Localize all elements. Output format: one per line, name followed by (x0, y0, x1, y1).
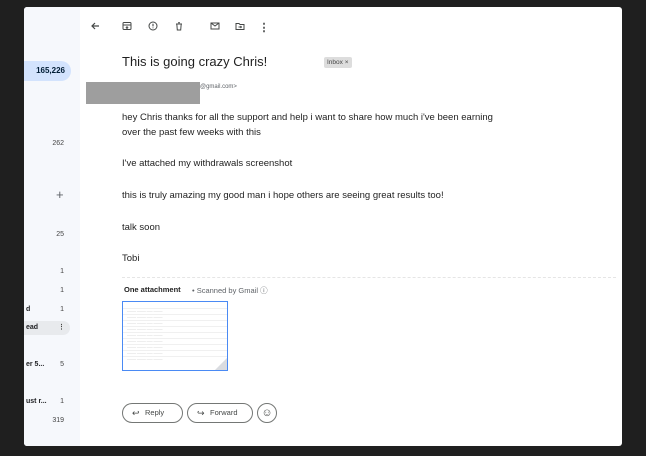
divider (122, 277, 616, 278)
sidebar: 165,226 262 + 25 1 1 d 1 ead ⋮ er 5... 5… (24, 7, 80, 446)
more-vert-icon[interactable]: ⋮ (257, 21, 271, 35)
report-spam-icon[interactable] (146, 21, 160, 35)
smiley-icon: ☺ (261, 407, 273, 419)
sidebar-item-inbox[interactable]: 165,226 (24, 61, 71, 81)
forward-label: Forward (210, 408, 238, 417)
delete-icon[interactable] (172, 21, 186, 35)
sidebar-item-hovered[interactable]: ead ⋮ (24, 321, 70, 335)
scan-note: • Scanned by Gmail ⓘ (192, 285, 268, 296)
email-body-line: this is truly amazing my good man i hope… (122, 190, 444, 201)
sidebar-item[interactable]: 25 (24, 228, 68, 242)
add-label-icon[interactable]: + (56, 187, 64, 202)
sidebar-item[interactable]: d 1 (24, 303, 68, 317)
scan-note-text: • Scanned by Gmail (192, 286, 258, 295)
sidebar-item-label: ead (26, 324, 39, 331)
sidebar-item[interactable]: 1 (24, 284, 68, 298)
sidebar-item[interactable]: 262 (24, 137, 68, 151)
forward-button[interactable]: ↪ Forward (187, 403, 253, 423)
message-view: ⋮ This is going crazy Chris! Inbox × @gm… (80, 7, 622, 446)
email-body-line: over the past few weeks with this (122, 127, 261, 138)
email-body-line: I've attached my withdrawals screenshot (122, 158, 293, 169)
reply-button[interactable]: ↩ Reply (122, 403, 183, 423)
reply-icon: ↩ (132, 408, 140, 418)
sidebar-item-count: 1 (60, 268, 64, 275)
back-arrow-icon[interactable] (88, 21, 102, 35)
sidebar-item-count: 1 (60, 306, 64, 313)
redacted-sender (86, 82, 200, 104)
forward-icon: ↪ (197, 408, 205, 418)
inbox-count: 165,226 (36, 66, 65, 75)
sidebar-item-count: 1 (60, 287, 64, 294)
sidebar-item[interactable]: er 5... 5 (24, 358, 68, 372)
sidebar-item-label: ust r... (26, 398, 47, 405)
page-fold-icon (215, 358, 227, 370)
sidebar-item-count: 1 (60, 398, 64, 405)
attachment-thumbnail[interactable]: ——— ——— —— ——— ——— ——— —— ——— ——— ——— ——… (122, 301, 228, 371)
sidebar-item[interactable]: 1 (24, 265, 68, 279)
email-subject: This is going crazy Chris! (122, 54, 268, 69)
sender-email: @gmail.com> (200, 84, 237, 90)
inbox-label-chip[interactable]: Inbox × (324, 57, 352, 68)
sidebar-item-count: 25 (56, 231, 64, 238)
mark-unread-icon[interactable] (208, 21, 222, 35)
email-body-line: hey Chris thanks for all the support and… (122, 112, 493, 123)
gmail-window: 165,226 262 + 25 1 1 d 1 ead ⋮ er 5... 5… (24, 7, 622, 446)
email-body-line: Tobi (122, 253, 140, 264)
info-icon[interactable]: ⓘ (260, 286, 268, 295)
reply-label: Reply (145, 408, 165, 417)
sidebar-item-label: d (26, 306, 31, 313)
more-vert-icon[interactable]: ⋮ (58, 321, 65, 335)
thumbnail-row: ——— ——— —— ——— (123, 356, 227, 362)
sidebar-item-label: er 5... (26, 361, 45, 368)
archive-icon[interactable] (120, 21, 134, 35)
emoji-reaction-button[interactable]: ☺ (257, 403, 277, 423)
email-body-line: talk soon (122, 222, 161, 233)
sidebar-item-count: 319 (52, 417, 64, 424)
sidebar-item-count: 262 (52, 140, 64, 147)
sidebar-item[interactable]: ust r... 1 (24, 395, 68, 409)
sidebar-item[interactable]: 319 (24, 414, 68, 428)
move-to-icon[interactable] (233, 21, 247, 35)
attachment-count: One attachment (124, 285, 181, 294)
sidebar-item-count: 5 (60, 361, 64, 368)
